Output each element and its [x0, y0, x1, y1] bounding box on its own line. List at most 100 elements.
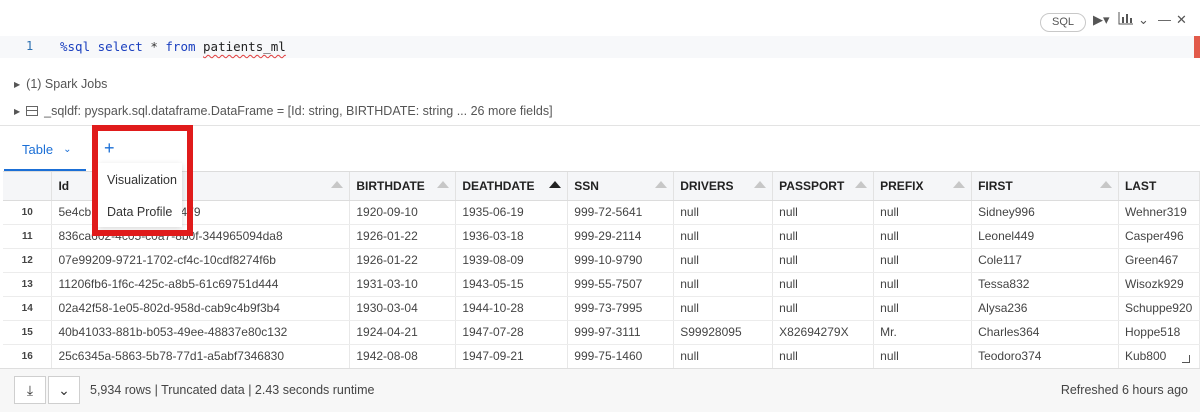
table-cell[interactable]: null [772, 224, 875, 249]
sql-query[interactable]: %sql select * from patients_ml [60, 39, 286, 54]
table-cell[interactable]: 40b41033-881b-b053-49ee-48837e80c132 [51, 320, 351, 345]
table-cell[interactable]: null [673, 200, 774, 225]
table-cell[interactable]: Charles364 [971, 320, 1119, 345]
table-cell[interactable]: 1930-03-04 [349, 296, 457, 321]
table-cell[interactable]: null [772, 200, 875, 225]
table-cell[interactable]: 1931-03-10 [349, 272, 457, 297]
table-cell[interactable]: 999-97-3111 [567, 320, 675, 345]
table-cell[interactable]: Cole117 [971, 248, 1119, 273]
sort-icon[interactable] [855, 181, 868, 188]
play-icon[interactable]: ▶▾ [1093, 12, 1110, 28]
chevron-down-icon[interactable]: ⌄ [1138, 12, 1149, 28]
table-cell[interactable]: 07e99209-9721-1702-cf4c-10cdf8274f6b [51, 248, 351, 273]
table-cell[interactable]: null [673, 296, 774, 321]
table-cell[interactable]: null [772, 248, 875, 273]
sort-icon[interactable] [1099, 181, 1112, 188]
chart-icon[interactable] [1118, 12, 1134, 29]
table-cell[interactable]: null [673, 272, 774, 297]
table-cell[interactable]: Sidney996 [971, 200, 1119, 225]
table-cell[interactable]: null [673, 224, 774, 249]
sort-icon[interactable] [754, 181, 767, 188]
close-icon[interactable]: ✕ [1176, 12, 1187, 28]
table-cell[interactable]: Wisozk929 [1118, 272, 1200, 297]
table-cell[interactable]: 1936-03-18 [455, 224, 569, 249]
table-cell[interactable]: 1942-08-08 [349, 344, 457, 368]
table-cell[interactable]: 1939-08-09 [455, 248, 569, 273]
star-token: * [150, 39, 158, 54]
table-cell[interactable]: Alysa236 [971, 296, 1119, 321]
table-cell[interactable]: null [673, 248, 774, 273]
table-cell[interactable]: 25c6345a-5863-5b78-77d1-a5abf7346830 [51, 344, 351, 368]
table-cell[interactable]: null [873, 344, 973, 368]
table-cell[interactable]: 1944-10-28 [455, 296, 569, 321]
table-cell[interactable]: 999-75-1460 [567, 344, 675, 368]
table-cell[interactable]: 999-29-2114 [567, 224, 675, 249]
table-cell[interactable]: Tessa832 [971, 272, 1119, 297]
table-cell[interactable]: null [772, 344, 875, 368]
table-cell[interactable]: 1926-01-22 [349, 224, 457, 249]
column-header[interactable]: DEATHDATE [455, 172, 569, 201]
column-header[interactable]: SSN [567, 172, 675, 201]
highlight-annotation-box [92, 125, 193, 236]
table-cell[interactable]: Hoppe518 [1118, 320, 1200, 345]
table-cell[interactable]: null [873, 224, 973, 249]
table-cell[interactable]: 1947-07-28 [455, 320, 569, 345]
table-cell[interactable]: 1943-05-15 [455, 272, 569, 297]
column-header[interactable]: LAST [1118, 172, 1200, 201]
table-cell[interactable]: 1947-09-21 [455, 344, 569, 368]
column-header-label: DRIVERS [680, 178, 734, 193]
table-cell[interactable]: Schuppe920 [1118, 296, 1200, 321]
sort-icon[interactable] [331, 181, 344, 188]
column-header[interactable]: FIRST [971, 172, 1119, 201]
table-cell[interactable]: Casper496 [1118, 224, 1200, 249]
sort-icon[interactable] [437, 181, 450, 188]
tab-table-label: Table [22, 141, 54, 157]
column-header[interactable]: PASSPORT [772, 172, 875, 201]
download-options-button[interactable]: ⌄ [48, 376, 80, 404]
table-cell[interactable]: Mr. [873, 320, 973, 345]
table-cell[interactable]: 1926-01-22 [349, 248, 457, 273]
table-cell[interactable]: 1920-09-10 [349, 200, 457, 225]
sort-icon[interactable] [655, 181, 668, 188]
table-row: 15 40b41033-881b-b053-49ee-48837e80c132 … [3, 320, 1200, 345]
sort-icon[interactable] [549, 181, 562, 188]
table-cell[interactable]: Teodoro374 [971, 344, 1119, 368]
column-header[interactable]: DRIVERS [673, 172, 774, 201]
table-cell[interactable]: 999-72-5641 [567, 200, 675, 225]
table-cell[interactable]: 999-73-7995 [567, 296, 675, 321]
table-cell[interactable]: 1924-04-21 [349, 320, 457, 345]
table-cell[interactable]: Leonel449 [971, 224, 1119, 249]
table-cell[interactable]: 1935-06-19 [455, 200, 569, 225]
column-header[interactable]: PREFIX [873, 172, 973, 201]
table-cell[interactable]: X82694279X [772, 320, 875, 345]
table-cell[interactable]: null [873, 296, 973, 321]
magic-command: %sql [60, 39, 91, 54]
table-cell[interactable]: S99928095 [673, 320, 774, 345]
sort-icon[interactable] [953, 181, 966, 188]
tab-table[interactable]: Table ⌄ [4, 126, 89, 172]
table-cell[interactable]: 999-55-7507 [567, 272, 675, 297]
column-header[interactable]: BIRTHDATE [349, 172, 457, 201]
dataframe-schema-label: _sqldf: pyspark.sql.dataframe.DataFrame … [44, 104, 553, 118]
table-cell[interactable]: null [673, 344, 774, 368]
table-cell[interactable]: null [873, 200, 973, 225]
chevron-down-icon[interactable]: ⌄ [63, 144, 71, 155]
table-cell[interactable]: null [772, 296, 875, 321]
resize-handle[interactable] [1182, 355, 1190, 363]
table-cell[interactable]: null [772, 272, 875, 297]
spark-jobs-label: (1) Spark Jobs [26, 77, 108, 91]
download-icon: ⤓ [26, 382, 34, 398]
download-button[interactable]: ⤓ [14, 376, 46, 404]
table-cell[interactable]: 999-10-9790 [567, 248, 675, 273]
table-cell[interactable]: Green467 [1118, 248, 1200, 273]
table-cell[interactable]: 02a42f58-1e05-802d-958d-cab9c4b9f3b4 [51, 296, 351, 321]
table-cell[interactable]: null [873, 248, 973, 273]
table-cell[interactable]: Wehner319 [1118, 200, 1200, 225]
table-cell[interactable]: null [873, 272, 973, 297]
spark-jobs-toggle[interactable]: ▶ (1) Spark Jobs [14, 77, 107, 91]
code-editor[interactable]: 1 %sql select * from patients_ml [0, 36, 1200, 58]
minus-icon[interactable]: — [1158, 12, 1171, 28]
dataframe-schema-toggle[interactable]: ▶ _sqldf: pyspark.sql.dataframe.DataFram… [14, 104, 553, 118]
language-selector[interactable]: SQL [1040, 13, 1086, 32]
table-cell[interactable]: 11206fb6-1f6c-425c-a8b5-61c69751d444 [51, 272, 351, 297]
